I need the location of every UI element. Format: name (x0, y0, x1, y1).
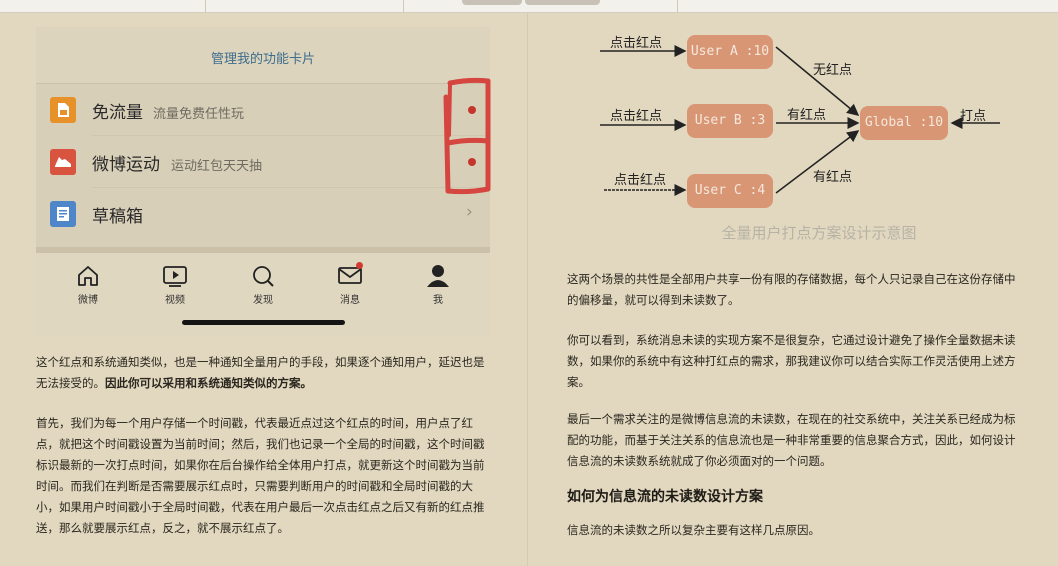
tab-label: 消息 (340, 295, 360, 306)
function-card-row[interactable]: 免流量 流量免费任性玩 (36, 84, 490, 136)
paragraph: 最后一个需求关注的是微博信息流的未读数，在现在的社交系统中，关注关系已经成为标配… (567, 412, 1016, 468)
video-icon (163, 266, 187, 287)
paragraph-bold: 因此你可以采用和系统通知类似的方案。 (105, 376, 312, 390)
tab-label: 微博 (78, 295, 98, 306)
sim-card-icon (50, 97, 76, 123)
edge-label: 有红点 (787, 108, 827, 123)
scroll-indicator (462, 0, 522, 5)
edge-label: 点击红点 (614, 173, 667, 188)
edge-label: 有红点 (813, 170, 853, 185)
tab-label: 发现 (253, 295, 273, 306)
section-heading: 如何为信息流的未读数设计方案 (567, 489, 763, 505)
edge-label: 点击红点 (610, 109, 663, 124)
edge-label: 无红点 (813, 63, 853, 78)
home-icon (78, 266, 98, 286)
phone-screenshot: 管理我的功能卡片 免流量 流量免费任性玩 微博运动 运动红包天天抽 草稿箱 › … (36, 27, 491, 337)
row-title: 免流量 (92, 103, 143, 123)
paragraph: 这两个场景的共性是全部用户共享一份有限的存储数据，每个人只记录自己在这份存储中的… (567, 272, 1016, 307)
draft-icon (50, 201, 76, 227)
function-card-row[interactable]: 微博运动 运动红包天天抽 (36, 136, 490, 188)
row-subtitle: 运动红包天天抽 (171, 159, 263, 174)
diagram-caption: 全量用户打点方案设计示意图 (721, 224, 917, 242)
edge-label: 打点 (960, 109, 987, 124)
search-icon (253, 266, 274, 287)
profile-icon (427, 265, 449, 287)
user-c-node: User C :4 (687, 174, 773, 208)
tab-me[interactable]: 我 (408, 263, 468, 306)
edge-label: 点击红点 (610, 36, 663, 51)
chevron-right-icon: › (466, 202, 473, 222)
tab-weibo[interactable]: 微博 (58, 263, 118, 306)
system-diagram: 点击红点 点击红点 点击红点 无红点 有红点 有红点 打点 User A :10… (590, 17, 1048, 257)
paragraph: 信息流的未读数之所以复杂主要有这样几点原因。 (567, 523, 820, 537)
user-b-node: User B :3 (687, 104, 773, 138)
paragraph: 这个红点和系统通知类似，也是一种通知全量用户的手段，如果逐个通知用户，延迟也是无… (36, 352, 492, 394)
bottom-tab-bar: 微博 视频 发现 消息 我 (36, 247, 490, 337)
home-indicator (182, 320, 345, 325)
paragraph: 你可以看到，系统消息未读的实现方案不是很复杂，它通过设计避免了操作全量数据未读数… (567, 333, 1016, 389)
global-node: Global :10 (860, 106, 948, 140)
tab-messages[interactable]: 消息 (320, 262, 380, 306)
tab-divider (403, 0, 404, 12)
function-card-row[interactable]: 草稿箱 › (36, 188, 490, 240)
card-header: 管理我的功能卡片 (36, 27, 490, 84)
sneaker-icon (50, 149, 76, 175)
card-title: 管理我的功能卡片 (210, 52, 315, 67)
tab-label: 视频 (165, 295, 185, 306)
tab-divider (205, 0, 206, 12)
user-a-node: User A :10 (687, 35, 773, 69)
unread-badge (356, 262, 363, 269)
right-page: 点击红点 点击红点 点击红点 无红点 有红点 有红点 打点 User A :10… (528, 13, 1058, 566)
tab-divider (677, 0, 678, 12)
browser-top-bar (0, 0, 1058, 13)
tab-label: 我 (433, 295, 443, 306)
paragraph: 首先，我们为每一个用户存储一个时间戳，代表最近点过这个红点的时间，用户点了红点，… (36, 416, 485, 535)
tab-video[interactable]: 视频 (145, 263, 205, 306)
row-subtitle: 流量免费任性玩 (153, 107, 245, 122)
scroll-indicator (525, 0, 600, 5)
row-title: 微博运动 (92, 155, 160, 175)
red-annotation-mark (443, 77, 491, 195)
tab-discover[interactable]: 发现 (233, 263, 293, 306)
left-page: 管理我的功能卡片 免流量 流量免费任性玩 微博运动 运动红包天天抽 草稿箱 › … (0, 13, 527, 566)
row-title: 草稿箱 (92, 207, 143, 227)
